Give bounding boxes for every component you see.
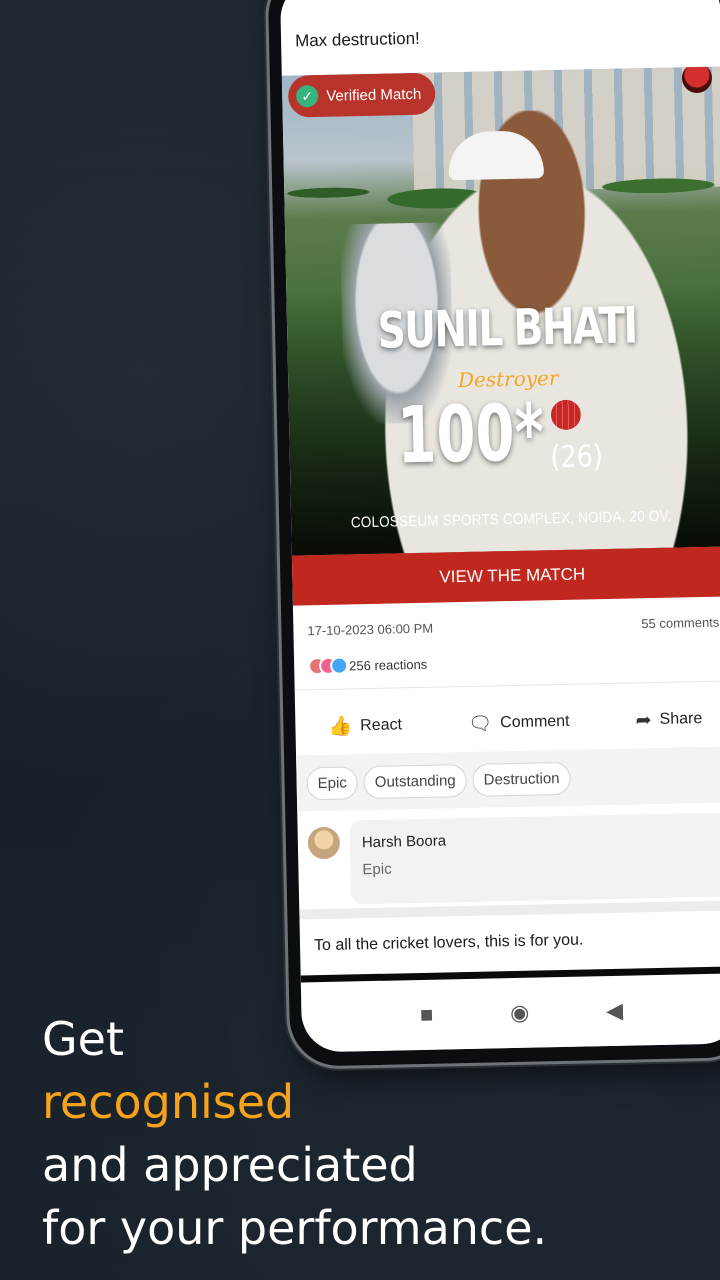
headline-line-1: Get [42, 1012, 124, 1066]
balls-faced: (26) [550, 439, 604, 476]
thumbs-up-icon [329, 656, 349, 675]
post-caption: Max destruction! [294, 28, 420, 51]
thumbs-up-icon: 👍 [328, 716, 353, 738]
comment-button[interactable]: 🗨 Comment [468, 710, 570, 736]
next-post-caption: To all the cricket lovers, this is for y… [313, 931, 584, 955]
post-actions: 👍 React 🗨 Comment ➦ Share [295, 690, 720, 755]
comment-bubble: Harsh Boora Epic [349, 812, 720, 905]
tag-epic[interactable]: Epic [306, 765, 359, 800]
comment-label: Comment [500, 712, 570, 732]
app-screen: Max destruction! ✓ Verified Match SUNIL … [279, 0, 720, 1053]
match-card-image[interactable]: ✓ Verified Match SUNIL BHATI Destroyer 1… [281, 66, 720, 556]
reactions-summary[interactable]: 256 reactions [307, 655, 428, 676]
post-date: 17-10-2023 06:00 PM [307, 620, 434, 639]
share-icon: ➦ [635, 709, 652, 731]
quick-comment-tags: Epic Outstanding Destruction [296, 746, 720, 812]
headline-line-3: and appreciated [42, 1138, 418, 1192]
tag-outstanding[interactable]: Outstanding [363, 763, 468, 799]
player-score: 100* [396, 388, 545, 482]
verified-label: Verified Match [326, 85, 422, 105]
player-name: SUNIL BHATI [377, 296, 638, 360]
headline-line-2: recognised [42, 1075, 295, 1129]
comment-author[interactable]: Harsh Boora [362, 827, 716, 851]
reaction-icons [307, 656, 349, 676]
marketing-headline: Get recognised and appreciated for your … [42, 1008, 682, 1260]
reactions-count: 256 reactions [349, 656, 428, 673]
post-meta: 17-10-2023 06:00 PM 55 comments [307, 615, 719, 639]
react-button[interactable]: 👍 React [328, 713, 402, 739]
share-label: Share [659, 710, 703, 728]
verified-match-badge: ✓ Verified Match [287, 72, 436, 118]
comment-item: Harsh Boora Epic [307, 812, 720, 906]
check-circle-icon: ✓ [296, 84, 319, 108]
comment-text: Epic [362, 860, 392, 879]
comment-icon: 🗨 [467, 713, 493, 735]
phone-frame: Max destruction! ✓ Verified Match SUNIL … [264, 0, 720, 1070]
tag-destruction[interactable]: Destruction [472, 761, 571, 797]
divider [294, 680, 720, 691]
headline-line-4: for your performance. [42, 1201, 548, 1255]
view-match-button[interactable]: VIEW THE MATCH [291, 546, 720, 606]
comments-count[interactable]: 55 comments [641, 615, 719, 632]
avatar[interactable] [307, 826, 341, 860]
react-label: React [359, 716, 403, 735]
share-button[interactable]: ➦ Share [635, 708, 702, 732]
